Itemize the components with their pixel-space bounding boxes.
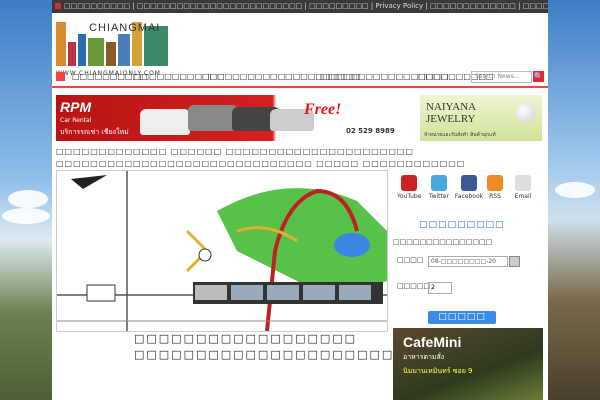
map-svg xyxy=(57,171,387,331)
rss-icon xyxy=(487,175,503,191)
north-arrow-icon xyxy=(71,175,107,189)
calendar-icon xyxy=(55,3,61,9)
social-rss[interactable]: RSS xyxy=(483,172,507,200)
map-roundabout xyxy=(198,248,212,262)
cloud xyxy=(2,208,50,224)
slider-thumb[interactable] xyxy=(339,285,371,300)
quantity-label: □□□□□ xyxy=(397,282,431,290)
background-right xyxy=(548,0,600,400)
facebook-icon xyxy=(461,175,477,191)
rpm-free: Free! xyxy=(304,101,342,118)
rpm-phone: 02 529 8989 xyxy=(346,127,395,135)
cafe-sub: อาหารตามสั่ง xyxy=(403,353,445,361)
pearl-image xyxy=(516,103,536,123)
rpm-tagline: บริการรถเช่า เชียงใหม่ xyxy=(60,128,129,136)
map-lake xyxy=(334,233,370,257)
article-map-image[interactable] xyxy=(56,170,388,332)
social-email[interactable]: Email xyxy=(511,172,535,200)
top-bar: □□□□□□□□□□ | □□□□□□□□□□□□□□□□□□□□□□□□□ |… xyxy=(52,0,548,13)
slider-thumb[interactable] xyxy=(231,285,263,300)
top-bar-text[interactable]: □□□□□□□□□□ | □□□□□□□□□□□□□□□□□□□□□□□□□ |… xyxy=(64,2,548,10)
logo-block xyxy=(56,22,66,66)
booking-field-label: □□□□□□□□□□□□□□□ xyxy=(393,238,493,246)
car-image xyxy=(188,105,238,131)
search-button[interactable]: 🔍 xyxy=(533,71,544,82)
slider-thumb[interactable] xyxy=(267,285,299,300)
date-input[interactable]: 08-□□□□□□□□-20 xyxy=(428,256,508,267)
map-location-box xyxy=(86,284,116,302)
slider-thumb[interactable] xyxy=(303,285,335,300)
cloud xyxy=(8,190,48,208)
main-nav: □□□□□□□□□□ □□□□□□□□□□□□ □□□□□□□□□□□□□□□□… xyxy=(52,70,548,88)
article-headline[interactable]: □□□□□□□□□□□□□ □□□□□□ □□□□□□□□□□□□□□□□□□□… xyxy=(56,146,542,170)
booking-submit-button[interactable]: □□□□□ xyxy=(428,311,496,324)
social-facebook[interactable]: Facebook xyxy=(453,172,485,200)
rpm-sub: Car Rental xyxy=(60,117,92,124)
logo-block xyxy=(78,34,86,66)
image-slider[interactable] xyxy=(193,282,383,304)
booking-title: □□□□□□□□□ xyxy=(419,220,505,230)
logo-block xyxy=(68,42,76,66)
quantity-select[interactable]: 2 xyxy=(428,282,452,294)
youtube-icon xyxy=(401,175,417,191)
jewelry-title: NAIYANA JEWELRY xyxy=(426,101,477,125)
logo-block xyxy=(88,38,104,66)
calendar-picker-icon[interactable] xyxy=(509,256,520,267)
date-label: □□□□ xyxy=(397,256,424,264)
social-youtube[interactable]: YouTube xyxy=(397,172,421,200)
article-caption: □□□□□□□□□□□□□□□□□□ □□□□□□□□□□□□□□□□□□□□□… xyxy=(134,332,531,361)
header: CHIANGMAI WWW.CHIANGMAIONLY.COM xyxy=(52,13,548,77)
logo-block xyxy=(106,42,116,66)
cafe-name: CafeMini xyxy=(403,334,462,350)
car-image xyxy=(140,109,190,135)
email-icon xyxy=(515,175,531,191)
rpm-brand: RPM xyxy=(60,99,92,115)
jewelry-ad-banner[interactable]: NAIYANA JEWELRY จำหน่ายและรับสั่งทำ สินค้… xyxy=(420,95,542,141)
logo-text: CHIANGMAI xyxy=(89,22,161,34)
slider-thumb[interactable] xyxy=(195,285,227,300)
page-container: □□□□□□□□□□ | □□□□□□□□□□□□□□□□□□□□□□□□□ |… xyxy=(52,0,548,400)
cloud xyxy=(555,182,595,198)
logo-block xyxy=(118,34,130,66)
twitter-icon xyxy=(431,175,447,191)
search-input[interactable]: Search News... xyxy=(471,71,532,83)
cafe-ad-banner[interactable]: CafeMini อาหารตามสั่ง นิมมานเหมินทร์ ซอย… xyxy=(393,328,543,400)
jewelry-sub: จำหน่ายและรับสั่งทำ สินค้ามุกแท้ xyxy=(424,132,496,138)
rpm-ad-banner[interactable]: RPM Car Rental บริการรถเช่า เชียงใหม่ Fr… xyxy=(56,95,417,141)
home-icon[interactable] xyxy=(56,72,65,81)
social-links: YouTube Twitter Facebook RSS Email xyxy=(393,172,543,210)
site-logo[interactable]: CHIANGMAI WWW.CHIANGMAIONLY.COM xyxy=(56,18,172,77)
social-twitter[interactable]: Twitter xyxy=(427,172,451,200)
cafe-location: นิมมานเหมินทร์ ซอย 9 xyxy=(403,367,473,375)
